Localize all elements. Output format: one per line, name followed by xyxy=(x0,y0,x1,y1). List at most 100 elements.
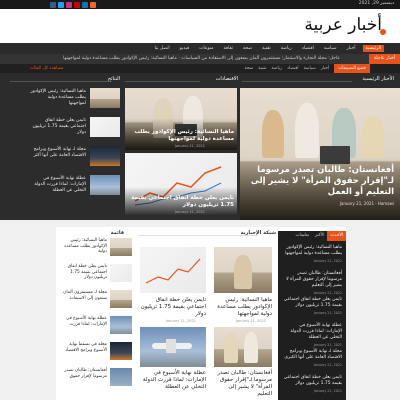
rss-icon[interactable] xyxy=(90,1,96,8)
person-figure xyxy=(224,333,238,363)
card-image[interactable] xyxy=(140,327,206,367)
sidebar-item[interactable]: أفغانستان: طالبان تصدر مرسوما لإقرار حقو… xyxy=(282,271,342,296)
main-article-meta: January 21, 2021 · Hamawi xyxy=(339,201,394,206)
breaking-news-ticker: أخبار عاجلة عاجل: مجلة التجارة والاستثما… xyxy=(0,54,400,64)
current-date: ديسمبر 29, 2021 xyxy=(358,1,394,6)
nav-item[interactable]: منوعات xyxy=(196,45,216,52)
facebook-icon[interactable] xyxy=(50,1,56,8)
list-item[interactable]: عطلة نهاية الأسبوع في الإمارات: لماذا قر… xyxy=(25,175,120,197)
list-item[interactable]: تايمن يعلن خطة انفاق اجتماعي بقيمة 1.75 … xyxy=(25,117,120,139)
list-thumb xyxy=(110,264,132,282)
list-item[interactable]: مجلة لـ مستثمرون ألمان يسعون إلى الاستفا… xyxy=(60,290,132,312)
nav-item[interactable]: أخبار xyxy=(344,45,359,52)
sidebar-item[interactable]: تايمن يعلن خطة انفاق اجتماعي بقيمة 1.75 … xyxy=(282,297,342,316)
twitter-icon[interactable] xyxy=(58,1,64,8)
nav-item[interactable]: صحة xyxy=(240,45,255,52)
subnav-item[interactable]: رياضة xyxy=(272,66,283,71)
nav-item[interactable]: اتصل بنا xyxy=(151,45,172,52)
subnav-item[interactable]: اقتصاد xyxy=(287,66,299,71)
list-item-title: ماهيا النسائية: رئيس الإكوادور يطلب مساع… xyxy=(30,89,86,106)
nav-item[interactable]: سياسة xyxy=(321,45,340,52)
site-header: أخبار عربية xyxy=(0,9,400,43)
list-item[interactable]: ماهيا النسائية: رئيس الإكوادور يطلب مساع… xyxy=(25,88,120,110)
tab-comments[interactable]: تعليقات xyxy=(293,231,313,241)
card-title[interactable]: عطلة نهاية الأسبوع في الإمارات: لماذا قر… xyxy=(140,370,206,391)
list-item-title: تايمن يعلن خطة انفاق اجتماعي بقيمة 1.75 … xyxy=(32,118,87,135)
list-item[interactable]: ماهيا النسائية: رئيس الإكوادور يطلب مساع… xyxy=(60,238,132,260)
instagram-icon[interactable] xyxy=(66,1,72,8)
mid-article-title-2[interactable]: تايمن يعلن خطة انفاق اجتماعي بقيمة 1.75 … xyxy=(128,195,234,209)
sidebar-item-meta: January 21, 2021 xyxy=(313,291,342,295)
card-meta: January 21, 2021 xyxy=(236,319,266,323)
card-image[interactable] xyxy=(214,327,272,367)
nav-item-home[interactable]: الرئيسية xyxy=(362,45,384,52)
youtube-icon[interactable] xyxy=(74,1,80,8)
sidebar-item-meta: January 21, 2021 xyxy=(313,311,342,315)
card-image[interactable] xyxy=(140,247,206,293)
list-item-title: عطلة نهاية الأسبوع في الإمارات: لماذا قر… xyxy=(34,176,86,193)
sidebar-item[interactable]: مجلة لـ نهاية الأسبوع وبرامج الاقتصاد ال… xyxy=(282,349,342,368)
list-item[interactable]: تايمن يعلن خطة انفاق اجتماعي بقيمة 1.75 … xyxy=(60,264,132,286)
chart-illustration xyxy=(145,258,201,284)
tab-latest[interactable]: الأحدث xyxy=(327,231,346,241)
ticker-label: أخبار عاجلة xyxy=(368,54,400,64)
sidebar-tabs: الأحدث الأكثر تعليقات xyxy=(278,231,346,241)
category-button[interactable]: جميع التصنيفات xyxy=(334,64,370,73)
card-title[interactable]: تايمن يعلن خطة انفاق اجتماعي بقيمة 1.75 … xyxy=(140,297,206,318)
sidebar-item-title: عطلة نهاية الأسبوع في الإمارات: لماذا قر… xyxy=(290,323,342,340)
list-item-title: ماهيا النسائية: رئيس الإكوادور يطلب مساع… xyxy=(64,238,107,254)
sidebar-item-meta: January 21, 2021 xyxy=(313,363,342,367)
list-item[interactable]: عطلة نهاية الأسبوع في الإمارات: لماذا قر… xyxy=(60,316,132,338)
list-item[interactable]: أفغانستان: طالبان تصدر مرسوما لإقرار حقو… xyxy=(60,368,132,390)
subnav-item[interactable]: تقنية xyxy=(258,66,266,71)
card-title[interactable]: أفغانستان: طالبان تصدر مرسوما لـ"إقرار ح… xyxy=(214,370,272,398)
sidebar-item[interactable]: تايمن يعلن خطة انفاق اجتماعي بقيمة 1.75 … xyxy=(282,375,342,394)
person-figure xyxy=(362,116,384,158)
list-item-title: مجلة لـ مستثمرون ألمان يسعون إلى الاستفا… xyxy=(63,290,107,301)
list-item-title: تايمن يعلن خطة انفاق اجتماعي بقيمة 1.75 … xyxy=(67,264,107,280)
subnav-item[interactable]: سياسة xyxy=(304,66,316,71)
list-item[interactable]: مجلة في تسقط نهاية الأسبوع وبرامج الاقتص… xyxy=(60,342,132,364)
nav-item[interactable]: تقنية xyxy=(259,45,274,52)
ticker-text[interactable]: عاجل: مجلة التجارة والاستثمار: مستثمرون … xyxy=(63,54,340,64)
sidebar-item-title: ماهيا النسائية: رئيس الإكوادور يطلب مساع… xyxy=(285,245,342,256)
card-image[interactable] xyxy=(214,247,272,293)
list-thumb xyxy=(90,175,120,195)
nav-item[interactable]: فيديو xyxy=(177,45,192,52)
list-thumb xyxy=(90,117,120,137)
featured-section: الأخبار الرئيسية الاقتصادات النتائج أفغا… xyxy=(0,73,400,220)
left-list: ماهيا النسائية: رئيس الإكوادور يطلب مساع… xyxy=(60,232,132,400)
main-article-title[interactable]: أفغانستان: طالبان تصدر مرسوما لـ"إقرار ح… xyxy=(244,165,394,198)
sidebar-item-meta: January 21, 2021 xyxy=(313,389,342,393)
view-all-link[interactable]: مشاهدة كل الفئات xyxy=(30,66,64,71)
sidebar-item-meta: January 21, 2021 xyxy=(313,343,342,347)
person-figure xyxy=(295,103,319,158)
list-thumb xyxy=(110,316,132,334)
airplane-wing-icon xyxy=(166,339,176,353)
person-figure xyxy=(262,110,284,158)
social-links xyxy=(50,1,96,8)
nav-item[interactable]: اقتصاد xyxy=(299,45,317,52)
sidebar-item-title: مجلة لـ نهاية الأسبوع وبرامج الاقتصاد ال… xyxy=(284,349,342,360)
card-meta: January 21, 2021 xyxy=(166,319,196,323)
site-logo[interactable]: أخبار عربية xyxy=(304,15,382,35)
sidebar-item[interactable]: ماهيا النسائية: رئيس الإكوادور يطلب مساع… xyxy=(282,245,342,264)
sidebar-item[interactable]: عطلة نهاية الأسبوع في الإمارات: لماذا قر… xyxy=(282,323,342,348)
mid-article-title[interactable]: ماهيا النسائية: رئيس الإكوادور يطلب مساع… xyxy=(128,129,234,143)
card-title[interactable]: ماهيا النسائية: رئيس الإكوادور يطلب مساع… xyxy=(214,297,272,318)
list-item-title: أفغانستان: طالبان تصدر مرسوما لإقرار حقو… xyxy=(64,368,107,379)
tab-popular[interactable]: الأكثر xyxy=(312,231,327,241)
list-thumb xyxy=(90,88,120,108)
sidebar-item-title: تايمن يعلن خطة انفاق اجتماعي بقيمة 1.75 … xyxy=(283,297,342,308)
subnav-item[interactable]: صحة xyxy=(245,66,254,71)
right-sidebar: الأحدث الأكثر تعليقات ماهيا النسائية: رئ… xyxy=(278,231,346,400)
subnav-item[interactable]: أخبار xyxy=(321,66,330,71)
sidebar-item-title: تايمن يعلن خطة انفاق اجتماعي بقيمة 1.75 … xyxy=(283,375,342,386)
list-thumb xyxy=(90,146,120,166)
nav-item[interactable]: ثقافة xyxy=(221,45,236,52)
sidebar-item-meta: January 21, 2021 xyxy=(313,259,342,263)
list-item[interactable]: مجلة لـ نهاية الأسبوع وبرامج الاقتصاد ال… xyxy=(25,146,120,168)
nav-item[interactable]: رياضة xyxy=(278,45,295,52)
person-figure xyxy=(234,255,252,289)
linkedin-icon[interactable] xyxy=(82,1,88,8)
